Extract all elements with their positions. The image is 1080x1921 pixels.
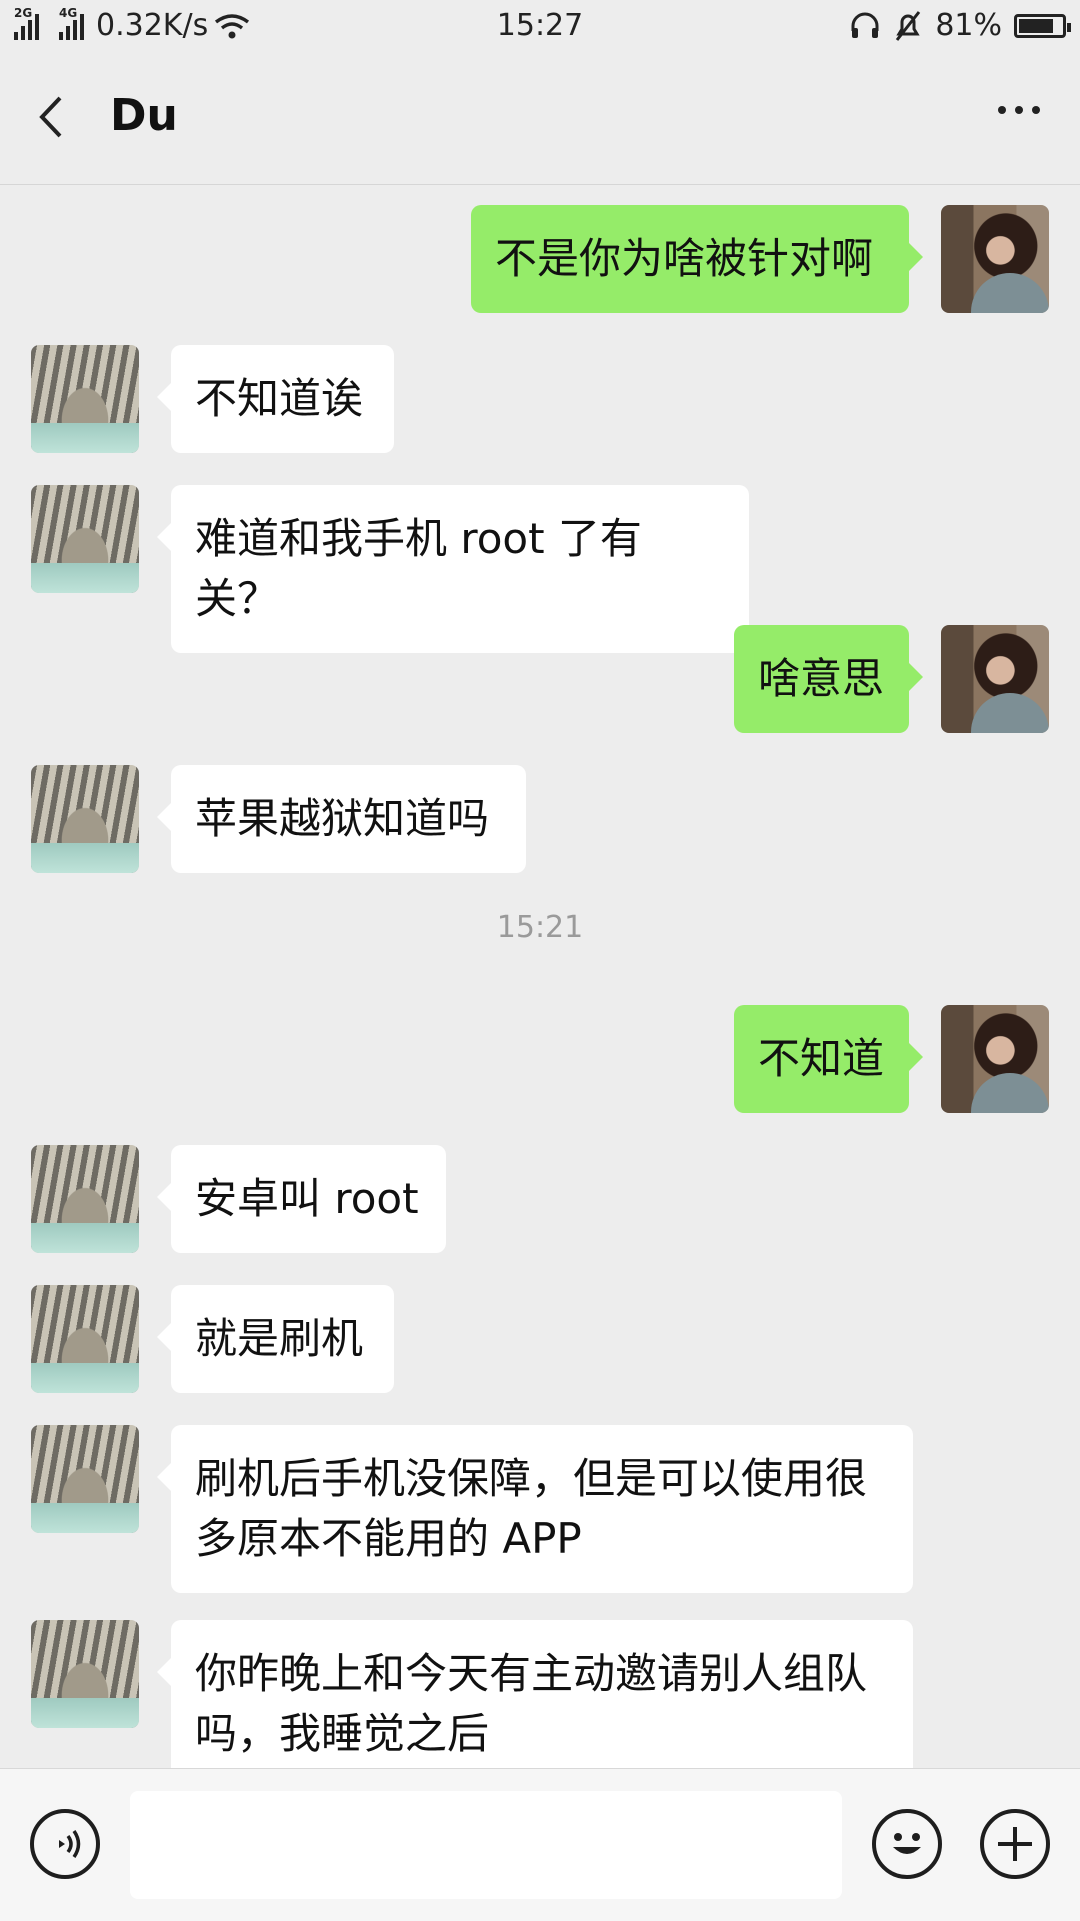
incoming-message-bubble[interactable]: 就是刷机 [157, 1285, 394, 1393]
battery-icon [1014, 13, 1071, 38]
chat-title: Du [110, 90, 178, 141]
chevron-left-icon[interactable] [30, 92, 80, 142]
incoming-message-bubble[interactable]: 不知道诶 [157, 345, 394, 453]
contact-avatar[interactable] [31, 1620, 139, 1728]
contact-avatar[interactable] [31, 1425, 139, 1533]
contact-avatar[interactable] [31, 1285, 139, 1393]
message-list[interactable]: 不是你为啥被针对啊 不知道诶难道和我手机 root 了有关？ 啥意思苹果越狱知道吗 1… [0, 185, 1080, 1770]
contact-avatar[interactable] [31, 345, 139, 453]
status-bar: 2G 4G 0.32K/s 15:27 81% [0, 0, 1080, 52]
outgoing-message-bubble[interactable]: 不是你为啥被针对啊 [471, 205, 923, 313]
more-dots-icon[interactable] [998, 106, 1040, 114]
plus-icon[interactable] [980, 1809, 1050, 1879]
headset-icon [851, 12, 879, 38]
incoming-message-bubble[interactable]: 你昨晚上和今天有主动邀请别人组队吗，我睡觉之后 [157, 1620, 913, 1770]
message-input[interactable] [130, 1791, 842, 1899]
my-avatar[interactable] [941, 625, 1049, 733]
incoming-message-bubble[interactable]: 刷机后手机没保障，但是可以使用很多原本不能用的 APP [157, 1425, 913, 1593]
voice-icon[interactable] [30, 1809, 100, 1879]
incoming-message-bubble[interactable]: 苹果越狱知道吗 [157, 765, 526, 873]
mute-bell-icon [896, 10, 921, 41]
chat-header: Du [0, 52, 1080, 185]
incoming-message-bubble[interactable]: 安卓叫 root [157, 1145, 446, 1253]
my-avatar[interactable] [941, 1005, 1049, 1113]
contact-avatar[interactable] [31, 485, 139, 593]
battery-percent: 81% [935, 8, 1002, 43]
contact-avatar[interactable] [31, 1145, 139, 1253]
emoji-icon[interactable] [872, 1809, 942, 1879]
input-bar [0, 1768, 1080, 1921]
incoming-message-bubble[interactable]: 难道和我手机 root 了有关？ [157, 485, 749, 653]
outgoing-message-bubble[interactable]: 不知道 [734, 1005, 923, 1113]
time-divider: 15:21 [496, 910, 584, 945]
contact-avatar[interactable] [31, 765, 139, 873]
my-avatar[interactable] [941, 205, 1049, 313]
outgoing-message-bubble[interactable]: 啥意思 [734, 625, 923, 733]
